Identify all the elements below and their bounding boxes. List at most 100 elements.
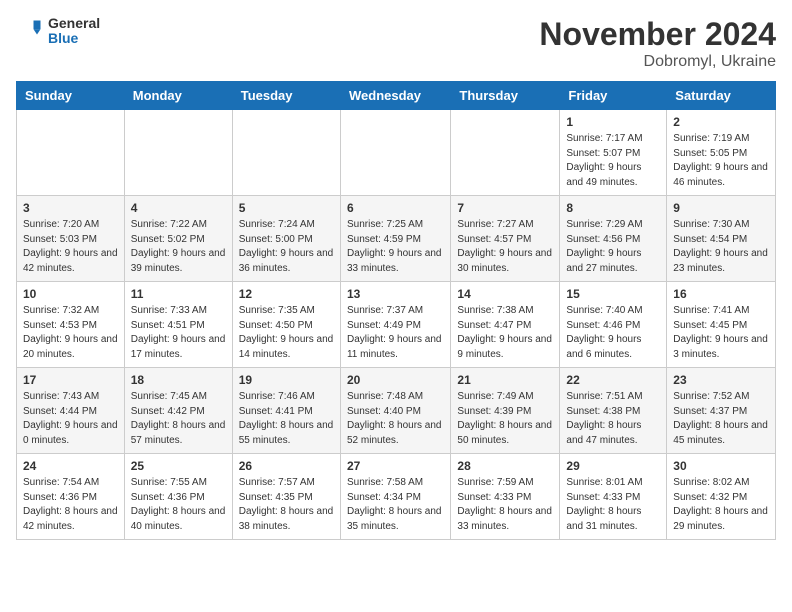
calendar-day-cell: 6 Sunrise: 7:25 AMSunset: 4:59 PMDayligh…	[340, 196, 450, 282]
day-info: Sunrise: 7:30 AMSunset: 4:54 PMDaylight:…	[673, 219, 768, 274]
logo-general: General	[48, 16, 100, 31]
calendar-day-cell	[124, 110, 232, 196]
day-info: Sunrise: 7:59 AMSunset: 4:33 PMDaylight:…	[457, 477, 552, 532]
calendar-day-header: Thursday	[451, 82, 560, 110]
calendar-day-header: Friday	[560, 82, 667, 110]
calendar-day-cell: 22 Sunrise: 7:51 AMSunset: 4:38 PMDaylig…	[560, 368, 667, 454]
calendar-day-cell: 20 Sunrise: 7:48 AMSunset: 4:40 PMDaylig…	[340, 368, 450, 454]
calendar-day-cell: 10 Sunrise: 7:32 AMSunset: 4:53 PMDaylig…	[17, 282, 125, 368]
calendar-day-cell: 8 Sunrise: 7:29 AMSunset: 4:56 PMDayligh…	[560, 196, 667, 282]
logo-text: General Blue	[48, 16, 100, 47]
calendar-day-cell: 27 Sunrise: 7:58 AMSunset: 4:34 PMDaylig…	[340, 454, 450, 540]
calendar-day-cell	[232, 110, 340, 196]
day-info: Sunrise: 7:29 AMSunset: 4:56 PMDaylight:…	[566, 219, 642, 274]
calendar-day-cell: 18 Sunrise: 7:45 AMSunset: 4:42 PMDaylig…	[124, 368, 232, 454]
day-number: 29	[566, 459, 660, 473]
calendar-day-cell: 21 Sunrise: 7:49 AMSunset: 4:39 PMDaylig…	[451, 368, 560, 454]
day-number: 21	[457, 373, 553, 387]
day-info: Sunrise: 7:33 AMSunset: 4:51 PMDaylight:…	[131, 305, 226, 360]
day-info: Sunrise: 7:40 AMSunset: 4:46 PMDaylight:…	[566, 305, 642, 360]
calendar-day-cell: 19 Sunrise: 7:46 AMSunset: 4:41 PMDaylig…	[232, 368, 340, 454]
day-info: Sunrise: 7:22 AMSunset: 5:02 PMDaylight:…	[131, 219, 226, 274]
day-info: Sunrise: 7:32 AMSunset: 4:53 PMDaylight:…	[23, 305, 118, 360]
day-number: 30	[673, 459, 769, 473]
calendar-day-cell: 1 Sunrise: 7:17 AMSunset: 5:07 PMDayligh…	[560, 110, 667, 196]
calendar-day-cell	[451, 110, 560, 196]
calendar-day-header: Monday	[124, 82, 232, 110]
day-info: Sunrise: 7:25 AMSunset: 4:59 PMDaylight:…	[347, 219, 442, 274]
calendar-day-cell: 12 Sunrise: 7:35 AMSunset: 4:50 PMDaylig…	[232, 282, 340, 368]
day-number: 12	[239, 287, 334, 301]
day-info: Sunrise: 7:48 AMSunset: 4:40 PMDaylight:…	[347, 391, 442, 446]
calendar-table: SundayMondayTuesdayWednesdayThursdayFrid…	[16, 81, 776, 540]
calendar-day-cell: 23 Sunrise: 7:52 AMSunset: 4:37 PMDaylig…	[667, 368, 776, 454]
calendar-day-cell	[17, 110, 125, 196]
day-number: 24	[23, 459, 118, 473]
calendar-week-row: 24 Sunrise: 7:54 AMSunset: 4:36 PMDaylig…	[17, 454, 776, 540]
day-info: Sunrise: 7:43 AMSunset: 4:44 PMDaylight:…	[23, 391, 118, 446]
day-info: Sunrise: 7:51 AMSunset: 4:38 PMDaylight:…	[566, 391, 642, 446]
day-info: Sunrise: 7:38 AMSunset: 4:47 PMDaylight:…	[457, 305, 552, 360]
logo-blue: Blue	[48, 31, 100, 46]
day-number: 16	[673, 287, 769, 301]
calendar-day-cell: 4 Sunrise: 7:22 AMSunset: 5:02 PMDayligh…	[124, 196, 232, 282]
day-info: Sunrise: 7:57 AMSunset: 4:35 PMDaylight:…	[239, 477, 334, 532]
day-info: Sunrise: 7:41 AMSunset: 4:45 PMDaylight:…	[673, 305, 768, 360]
day-number: 17	[23, 373, 118, 387]
calendar-body: 1 Sunrise: 7:17 AMSunset: 5:07 PMDayligh…	[17, 110, 776, 540]
day-number: 25	[131, 459, 226, 473]
day-number: 5	[239, 201, 334, 215]
day-number: 11	[131, 287, 226, 301]
day-number: 4	[131, 201, 226, 215]
day-info: Sunrise: 7:52 AMSunset: 4:37 PMDaylight:…	[673, 391, 768, 446]
calendar-day-cell: 29 Sunrise: 8:01 AMSunset: 4:33 PMDaylig…	[560, 454, 667, 540]
day-info: Sunrise: 7:19 AMSunset: 5:05 PMDaylight:…	[673, 133, 768, 188]
month-title: November 2024	[539, 16, 776, 53]
location-subtitle: Dobromyl, Ukraine	[539, 53, 776, 71]
day-number: 6	[347, 201, 444, 215]
calendar-day-cell: 26 Sunrise: 7:57 AMSunset: 4:35 PMDaylig…	[232, 454, 340, 540]
day-info: Sunrise: 7:27 AMSunset: 4:57 PMDaylight:…	[457, 219, 552, 274]
calendar-day-header: Sunday	[17, 82, 125, 110]
day-number: 28	[457, 459, 553, 473]
day-info: Sunrise: 7:55 AMSunset: 4:36 PMDaylight:…	[131, 477, 226, 532]
day-info: Sunrise: 7:54 AMSunset: 4:36 PMDaylight:…	[23, 477, 118, 532]
logo: General Blue	[16, 16, 100, 47]
day-number: 1	[566, 115, 660, 129]
day-number: 3	[23, 201, 118, 215]
calendar-day-cell: 14 Sunrise: 7:38 AMSunset: 4:47 PMDaylig…	[451, 282, 560, 368]
day-info: Sunrise: 7:49 AMSunset: 4:39 PMDaylight:…	[457, 391, 552, 446]
calendar-day-cell: 30 Sunrise: 8:02 AMSunset: 4:32 PMDaylig…	[667, 454, 776, 540]
day-number: 23	[673, 373, 769, 387]
day-number: 2	[673, 115, 769, 129]
calendar-header-row: SundayMondayTuesdayWednesdayThursdayFrid…	[17, 82, 776, 110]
calendar-week-row: 3 Sunrise: 7:20 AMSunset: 5:03 PMDayligh…	[17, 196, 776, 282]
calendar-day-cell: 24 Sunrise: 7:54 AMSunset: 4:36 PMDaylig…	[17, 454, 125, 540]
calendar-day-cell: 15 Sunrise: 7:40 AMSunset: 4:46 PMDaylig…	[560, 282, 667, 368]
calendar-week-row: 10 Sunrise: 7:32 AMSunset: 4:53 PMDaylig…	[17, 282, 776, 368]
day-info: Sunrise: 7:35 AMSunset: 4:50 PMDaylight:…	[239, 305, 334, 360]
calendar-day-cell: 16 Sunrise: 7:41 AMSunset: 4:45 PMDaylig…	[667, 282, 776, 368]
calendar-day-cell: 7 Sunrise: 7:27 AMSunset: 4:57 PMDayligh…	[451, 196, 560, 282]
day-info: Sunrise: 7:17 AMSunset: 5:07 PMDaylight:…	[566, 133, 642, 188]
calendar-day-cell: 2 Sunrise: 7:19 AMSunset: 5:05 PMDayligh…	[667, 110, 776, 196]
day-number: 22	[566, 373, 660, 387]
day-info: Sunrise: 7:20 AMSunset: 5:03 PMDaylight:…	[23, 219, 118, 274]
logo-icon	[16, 17, 44, 45]
day-number: 10	[23, 287, 118, 301]
calendar-week-row: 1 Sunrise: 7:17 AMSunset: 5:07 PMDayligh…	[17, 110, 776, 196]
day-number: 26	[239, 459, 334, 473]
title-block: November 2024 Dobromyl, Ukraine	[539, 16, 776, 71]
day-info: Sunrise: 7:45 AMSunset: 4:42 PMDaylight:…	[131, 391, 226, 446]
calendar-day-cell: 9 Sunrise: 7:30 AMSunset: 4:54 PMDayligh…	[667, 196, 776, 282]
calendar-week-row: 17 Sunrise: 7:43 AMSunset: 4:44 PMDaylig…	[17, 368, 776, 454]
day-number: 27	[347, 459, 444, 473]
calendar-day-cell: 28 Sunrise: 7:59 AMSunset: 4:33 PMDaylig…	[451, 454, 560, 540]
calendar-day-header: Wednesday	[340, 82, 450, 110]
calendar-day-header: Saturday	[667, 82, 776, 110]
calendar-day-cell: 11 Sunrise: 7:33 AMSunset: 4:51 PMDaylig…	[124, 282, 232, 368]
day-number: 9	[673, 201, 769, 215]
day-info: Sunrise: 7:37 AMSunset: 4:49 PMDaylight:…	[347, 305, 442, 360]
page-header: General Blue November 2024 Dobromyl, Ukr…	[16, 16, 776, 71]
calendar-day-cell	[340, 110, 450, 196]
